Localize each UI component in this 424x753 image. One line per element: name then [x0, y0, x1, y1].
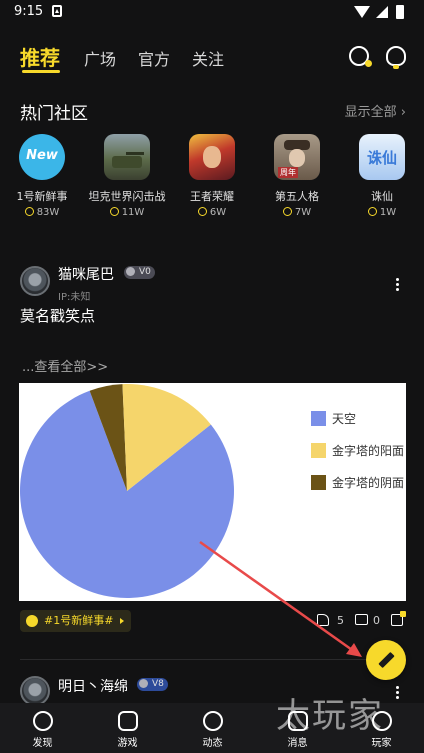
nav-feed[interactable]: 动态 — [170, 703, 255, 753]
nav-discover[interactable]: 发现 — [0, 703, 85, 753]
watermark-logo: 太玩家 — [276, 696, 384, 736]
compose-button[interactable] — [366, 640, 406, 680]
nav-games[interactable]: 游戏 — [85, 703, 170, 753]
annotation-arrow — [199, 540, 362, 657]
annotation-arrow-head — [346, 643, 362, 657]
nav-label: 动态 — [202, 738, 223, 749]
gamepad-icon — [117, 711, 138, 731]
nav-label: 发现 — [32, 738, 53, 749]
annotation-arrow-line — [199, 540, 356, 654]
lightning-icon — [202, 711, 223, 731]
nav-label: 游戏 — [117, 738, 138, 749]
pencil-icon — [378, 651, 395, 669]
compass-icon — [32, 711, 53, 731]
